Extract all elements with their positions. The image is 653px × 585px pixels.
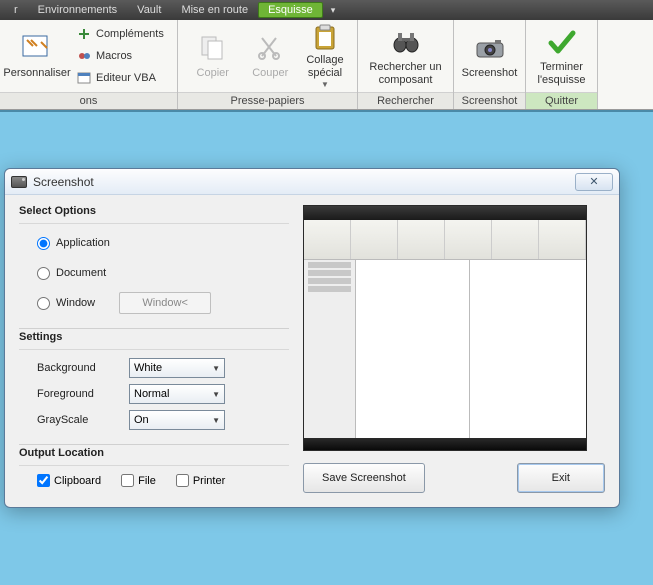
chevron-down-icon: ▼ — [212, 416, 220, 425]
menu-item-vault[interactable]: Vault — [127, 2, 171, 18]
camera-icon — [474, 32, 506, 64]
menu-item-esquisse[interactable]: Esquisse — [258, 2, 323, 18]
dialog-close-button[interactable]: ✕ — [575, 173, 613, 191]
screenshot-dialog: Screenshot ✕ Select Options Application … — [4, 168, 620, 508]
ribbon: Personnaliser Compléments Macros Editeur… — [0, 20, 653, 110]
panel-screenshot: Screenshot Screenshot — [454, 20, 526, 109]
menu-overflow-icon[interactable]: ▾ — [331, 5, 336, 16]
output-location-heading: Output Location — [19, 447, 289, 459]
chevron-down-icon: ▼ — [321, 80, 329, 89]
screenshot-button[interactable]: Screenshot — [460, 25, 519, 87]
binoculars-icon — [390, 26, 422, 58]
personalize-label: Personnaliser — [3, 67, 70, 80]
macros-button[interactable]: Macros — [72, 46, 168, 66]
document-label: Document — [56, 267, 106, 279]
chevron-down-icon: ▼ — [212, 390, 220, 399]
vba-icon — [76, 70, 92, 86]
camera-small-icon — [11, 176, 27, 188]
panel-search: Rechercher un composant Rechercher — [358, 20, 454, 109]
clipboard-checkbox[interactable] — [37, 474, 50, 487]
exit-button[interactable]: Exit — [517, 463, 605, 493]
foreground-combo[interactable]: Normal▼ — [129, 384, 225, 404]
panel-label-personalize: ons — [0, 92, 177, 109]
panel-label-quit: Quitter — [526, 92, 597, 109]
screenshot-preview — [303, 205, 587, 451]
menu-item-environnements[interactable]: Environnements — [28, 2, 128, 18]
grayscale-combo[interactable]: On▼ — [129, 410, 225, 430]
copy-button[interactable]: Copier — [184, 25, 242, 87]
personalize-button[interactable]: Personnaliser — [6, 25, 68, 87]
panel-label-search: Rechercher — [358, 92, 453, 109]
application-radio[interactable] — [37, 237, 50, 250]
complements-button[interactable]: Compléments — [72, 24, 168, 44]
printer-checkbox[interactable] — [176, 474, 189, 487]
scissors-icon — [254, 32, 286, 64]
checkmark-icon — [546, 26, 578, 58]
finish-sketch-button[interactable]: Terminer l'esquisse — [532, 25, 591, 87]
panel-clipboard: Copier Couper Collage spécial ▼ Presse-p… — [178, 20, 358, 109]
menu-item-0[interactable]: r — [4, 2, 28, 18]
dialog-title: Screenshot — [33, 175, 94, 189]
menu-item-mise-en-route[interactable]: Mise en route — [171, 2, 258, 18]
panel-label-screenshot: Screenshot — [454, 92, 525, 109]
chevron-down-icon: ▼ — [212, 364, 220, 373]
personalize-icon — [21, 32, 53, 64]
plus-icon — [76, 26, 92, 42]
paste-special-button[interactable]: Collage spécial ▼ — [299, 25, 351, 87]
window-radio[interactable] — [37, 297, 50, 310]
document-radio[interactable] — [37, 267, 50, 280]
grayscale-label: GrayScale — [37, 414, 129, 426]
cut-button[interactable]: Couper — [242, 25, 300, 87]
panel-label-clipboard: Presse-papiers — [178, 92, 357, 109]
select-options-heading: Select Options — [19, 205, 289, 217]
save-screenshot-button[interactable]: Save Screenshot — [303, 463, 425, 493]
dialog-titlebar[interactable]: Screenshot ✕ — [5, 169, 619, 195]
window-label: Window — [56, 297, 95, 309]
settings-heading: Settings — [19, 331, 289, 343]
copy-icon — [197, 32, 229, 64]
file-checkbox[interactable] — [121, 474, 134, 487]
printer-checkbox-label[interactable]: Printer — [176, 474, 225, 487]
file-checkbox-label[interactable]: File — [121, 474, 156, 487]
clipboard-icon — [309, 23, 341, 51]
foreground-label: Foreground — [37, 388, 129, 400]
application-label: Application — [56, 237, 110, 249]
background-combo[interactable]: White▼ — [129, 358, 225, 378]
macros-icon — [76, 48, 92, 64]
background-label: Background — [37, 362, 129, 374]
search-component-button[interactable]: Rechercher un composant — [364, 25, 447, 87]
clipboard-checkbox-label[interactable]: Clipboard — [37, 474, 101, 487]
window-pick-button: Window< — [119, 292, 211, 314]
editor-vba-button[interactable]: Editeur VBA — [72, 68, 168, 88]
menu-bar: r Environnements Vault Mise en route Esq… — [0, 0, 653, 20]
panel-personalize: Personnaliser Compléments Macros Editeur… — [0, 20, 178, 109]
panel-quit: Terminer l'esquisse Quitter — [526, 20, 598, 109]
